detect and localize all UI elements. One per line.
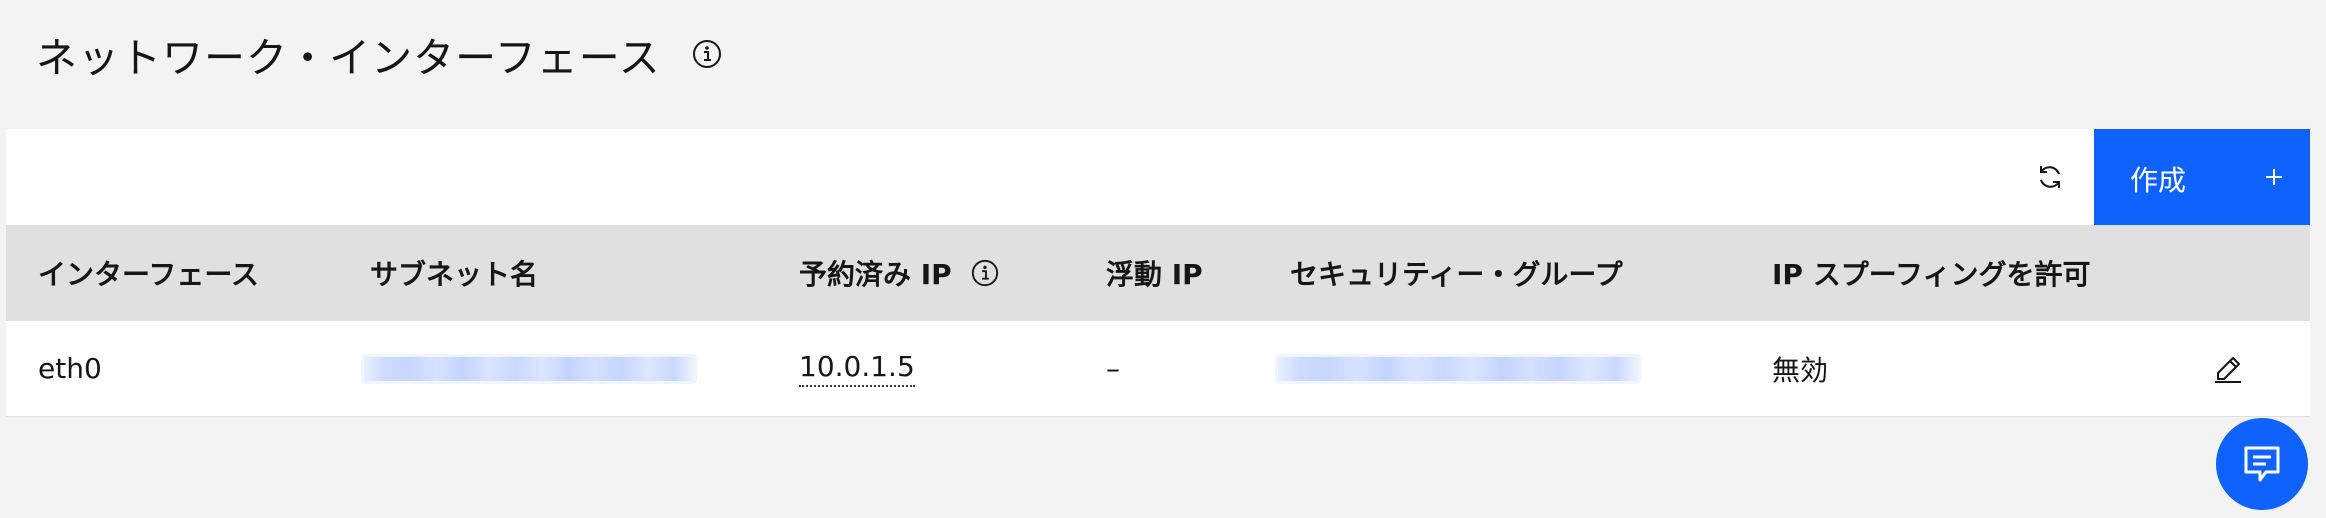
plus-icon: [2262, 165, 2286, 189]
chat-icon: [2240, 442, 2284, 486]
column-header-ip-spoofing[interactable]: IP スプーフィングを許可: [1772, 225, 2090, 321]
column-header-label: 浮動 IP: [1106, 258, 1203, 291]
refresh-button[interactable]: [2022, 149, 2078, 205]
interface-cell: eth0: [38, 321, 102, 416]
page-title: ネットワーク・インターフェース: [36, 34, 661, 82]
table-row: eth0 10.0.1.5 – 無効: [6, 321, 2310, 416]
security-group-cell: [1278, 321, 1638, 416]
column-header-label: IP スプーフィングを許可: [1772, 258, 2091, 291]
network-interfaces-table: 作成 インターフェース サブネット名 予約済み IP 浮動 IP セキュリティー…: [6, 129, 2310, 417]
column-header-label: 予約済み IP: [799, 258, 952, 291]
page-header: ネットワーク・インターフェース: [36, 22, 723, 86]
interface-name: eth0: [38, 352, 102, 385]
ip-spoofing-cell: 無効: [1772, 321, 1828, 416]
info-icon[interactable]: [970, 258, 1000, 288]
info-icon[interactable]: [691, 38, 723, 70]
create-button-label: 作成: [2130, 164, 2187, 197]
chat-button[interactable]: [2216, 418, 2308, 510]
column-header-label: セキュリティー・グループ: [1290, 258, 1623, 291]
reserved-ip-cell: 10.0.1.5: [799, 321, 915, 416]
table-header-row: インターフェース サブネット名 予約済み IP 浮動 IP セキュリティー・グル…: [6, 225, 2310, 321]
column-header-interface[interactable]: インターフェース: [38, 225, 259, 321]
column-header-label: インターフェース: [38, 258, 259, 291]
subnet-name-link[interactable]: [364, 356, 694, 381]
edit-button[interactable]: [2208, 349, 2248, 389]
column-header-floating-ip[interactable]: 浮動 IP: [1106, 225, 1203, 321]
floating-ip-value: –: [1106, 352, 1120, 385]
column-header-label: サブネット名: [370, 258, 539, 291]
subnet-name-cell: [364, 321, 694, 416]
column-header-subnet-name[interactable]: サブネット名: [370, 225, 538, 321]
edit-icon: [2212, 353, 2244, 385]
security-group-link[interactable]: [1278, 356, 1638, 381]
column-header-security-group[interactable]: セキュリティー・グループ: [1290, 225, 1623, 321]
column-header-reserved-ip[interactable]: 予約済み IP: [799, 225, 1000, 321]
ip-spoofing-value: 無効: [1772, 353, 1829, 387]
reserved-ip-value[interactable]: 10.0.1.5: [799, 350, 915, 387]
create-button[interactable]: 作成: [2094, 129, 2310, 225]
table-toolbar: 作成: [6, 129, 2310, 225]
refresh-icon: [2034, 161, 2066, 193]
floating-ip-cell: –: [1106, 321, 1120, 416]
